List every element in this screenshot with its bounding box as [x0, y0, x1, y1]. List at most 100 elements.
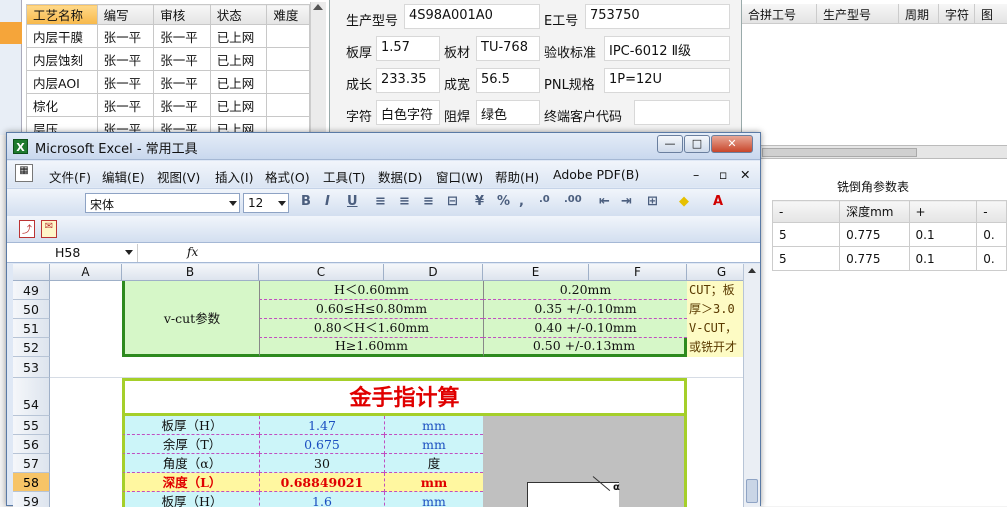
char-field[interactable]: 白色字符	[376, 100, 440, 125]
col-header-status[interactable]: 状态	[209, 4, 268, 25]
col-header-b[interactable]: B	[122, 264, 259, 281]
row-header-58[interactable]: 58	[13, 473, 50, 492]
scroll-up-icon[interactable]	[748, 268, 756, 273]
finished-length-field[interactable]: 233.35	[376, 68, 440, 93]
vcut-value-cell[interactable]: 0.35 +/-0.10mm	[483, 300, 687, 319]
row-header-59[interactable]: 59	[13, 492, 50, 507]
calc-unit-cell[interactable]: mm	[384, 416, 483, 435]
vcut-value-cell[interactable]: 0.50 +/-0.13mm	[483, 338, 687, 357]
row-header-54[interactable]: 54	[13, 378, 50, 416]
calc-label-cell[interactable]: 角度（α）	[122, 454, 259, 473]
menu-window[interactable]: 窗口(W)	[436, 167, 483, 186]
calc-unit-cell[interactable]: 度	[384, 454, 483, 473]
menu-edit[interactable]: 编辑(E)	[102, 167, 145, 186]
menu-help[interactable]: 帮助(H)	[495, 167, 539, 186]
increase-indent-icon[interactable]: ⇥	[621, 194, 632, 209]
col-header-cycle[interactable]: 周期	[899, 4, 939, 23]
name-box[interactable]: H58	[13, 244, 138, 262]
col-header-e[interactable]: E	[483, 264, 589, 281]
table-row[interactable]: 棕化 张一平 张一平 已上网	[26, 93, 310, 117]
row-header-56[interactable]: 56	[13, 435, 50, 454]
minimize-button[interactable]: —	[657, 135, 683, 153]
row-header-55[interactable]: 55	[13, 416, 50, 435]
select-all-corner[interactable]	[13, 264, 50, 281]
col-header-char[interactable]: 字符	[939, 4, 975, 23]
fx-icon[interactable]: fx	[187, 245, 198, 259]
vcut-range-cell[interactable]: H≥1.60mm	[259, 338, 483, 357]
table-row[interactable]: 内层干膜 张一平 张一平 已上网	[26, 24, 310, 48]
calc-label-cell[interactable]: 板厚（H）	[122, 416, 259, 435]
col-header-reviewer[interactable]: 审核	[153, 4, 211, 25]
doc-close-icon[interactable]: ✕	[740, 167, 750, 182]
calc-result-cell[interactable]: 0.68849021	[259, 473, 384, 492]
vcut-value-cell[interactable]: 0.40 +/-0.10mm	[483, 319, 687, 338]
menu-format[interactable]: 格式(O)	[265, 167, 310, 186]
calc-value-cell[interactable]: 1.6	[259, 492, 384, 507]
vcut-range-cell[interactable]: 0.80＜H＜1.60mm	[259, 319, 483, 338]
italic-icon[interactable]: I	[325, 194, 330, 209]
scroll-thumb[interactable]	[746, 479, 758, 503]
mask-field[interactable]: 绿色	[476, 100, 540, 125]
pnl-field[interactable]: 1P=12U	[604, 68, 730, 93]
row-header-51[interactable]: 51	[13, 319, 50, 338]
calc-unit-cell[interactable]: mm	[384, 435, 483, 454]
table-row[interactable]: 内层AOI 张一平 张一平 已上网	[26, 70, 310, 94]
note-cell[interactable]: 或铣开才	[687, 338, 743, 357]
merge-center-icon[interactable]: ⊟	[447, 194, 458, 209]
gold-finger-title[interactable]: 金手指计算	[122, 378, 687, 416]
list-scrollbar[interactable]	[310, 2, 326, 135]
comma-icon[interactable]: ,	[519, 194, 524, 209]
col-header-difficulty[interactable]: 难度	[266, 4, 310, 25]
row-header-57[interactable]: 57	[13, 454, 50, 473]
menu-insert[interactable]: 插入(I)	[215, 167, 253, 186]
percent-icon[interactable]: %	[497, 194, 510, 209]
col-header[interactable]: -	[976, 200, 1007, 223]
row-header-53[interactable]: 53	[13, 357, 50, 378]
col-header[interactable]: +	[908, 200, 978, 223]
calc-value-cell[interactable]: 0.675	[259, 435, 384, 454]
customer-field[interactable]	[634, 100, 730, 125]
increase-decimal-icon[interactable]: .0	[539, 194, 550, 205]
row-header-52[interactable]: 52	[13, 338, 50, 357]
col-header-c[interactable]: C	[259, 264, 384, 281]
col-header-prod-no[interactable]: 生产型号	[817, 4, 899, 23]
note-cell[interactable]: V-CUT，	[687, 319, 743, 338]
borders-icon[interactable]: ⊞	[647, 194, 658, 209]
vcut-value-cell[interactable]: 0.20mm	[483, 281, 687, 300]
vcut-label-cell[interactable]: v-cut参数	[122, 281, 259, 357]
col-header-g[interactable]: G	[687, 264, 743, 281]
spreadsheet-grid[interactable]: A B C D E F G 49 50 51 52 53 54 55 56 57…	[13, 264, 743, 507]
col-header-combine-no[interactable]: 合拼工号	[742, 4, 817, 23]
table-row[interactable]: 5 0.775 0.1 0.	[771, 246, 1007, 271]
calc-label-cell[interactable]: 余厚（T）	[122, 435, 259, 454]
menu-file[interactable]: 文件(F)	[49, 167, 91, 186]
font-color-icon[interactable]: A	[713, 194, 723, 209]
finished-width-field[interactable]: 56.5	[476, 68, 540, 93]
thickness-field[interactable]: 1.57	[376, 36, 440, 61]
align-center-icon[interactable]: ≡	[399, 194, 410, 209]
col-header-extra[interactable]: 图	[975, 4, 1007, 23]
note-cell[interactable]: CUT；板	[687, 281, 743, 300]
col-header-f[interactable]: F	[589, 264, 687, 281]
table-row[interactable]: 内层蚀刻 张一平 张一平 已上网	[26, 47, 310, 71]
currency-icon[interactable]: ¥	[475, 194, 484, 209]
material-field[interactable]: TU-768	[476, 36, 540, 61]
font-select[interactable]: 宋体	[85, 193, 240, 213]
e-no-field[interactable]: 753750	[585, 4, 730, 29]
calc-value-cell[interactable]: 1.47	[259, 416, 384, 435]
workbook-icon[interactable]: ▦	[15, 164, 33, 182]
close-button[interactable]: ✕	[711, 135, 753, 153]
col-header-writer[interactable]: 编写	[96, 4, 155, 25]
underline-icon[interactable]: U	[347, 194, 358, 209]
vcut-range-cell[interactable]: H＜0.60mm	[259, 281, 483, 300]
calc-unit-cell[interactable]: mm	[384, 473, 483, 492]
sheet-vertical-scrollbar[interactable]	[743, 264, 760, 507]
decrease-indent-icon[interactable]: ⇤	[599, 194, 610, 209]
menu-tools[interactable]: 工具(T)	[323, 167, 365, 186]
col-header-process[interactable]: 工艺名称	[26, 4, 98, 25]
table-row[interactable]: 5 0.775 0.1 0.	[771, 222, 1007, 247]
calc-unit-cell[interactable]: mm	[384, 492, 483, 507]
calc-label-cell[interactable]: 板厚（H）	[122, 492, 259, 507]
align-left-icon[interactable]: ≡	[375, 194, 386, 209]
font-size-select[interactable]: 12	[243, 193, 289, 213]
